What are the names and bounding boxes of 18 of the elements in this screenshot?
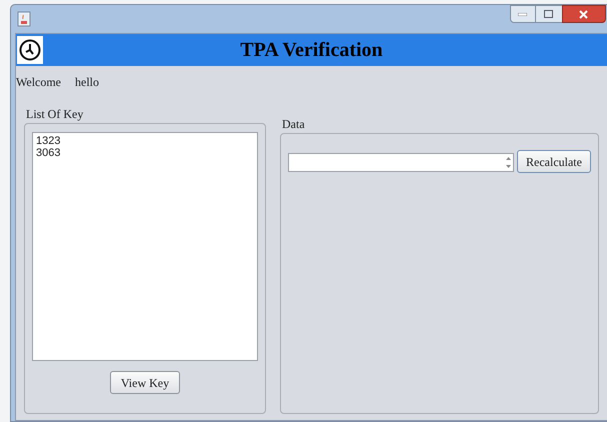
maximize-icon [544,10,554,18]
minimize-icon [518,12,528,16]
maximize-button[interactable] [536,5,562,23]
panel-title: Data [282,116,306,133]
header-title: TPA Verification [240,38,383,63]
view-key-button[interactable]: View Key [110,371,180,394]
key-list-item[interactable]: 1323 [36,135,254,147]
user-name: hello [75,74,100,91]
input-field[interactable] [288,153,514,172]
minimize-button[interactable] [510,5,536,23]
close-button[interactable] [562,5,606,23]
spinner-arrows-icon [504,155,513,170]
panel-title: List Of Key [26,106,84,123]
clock-icon [19,39,41,61]
close-icon [579,10,588,18]
recalculate-button[interactable]: Recalculate [517,150,591,173]
key-list-item[interactable]: 3063 [36,147,254,159]
welcome-label: Welcome [16,74,62,91]
